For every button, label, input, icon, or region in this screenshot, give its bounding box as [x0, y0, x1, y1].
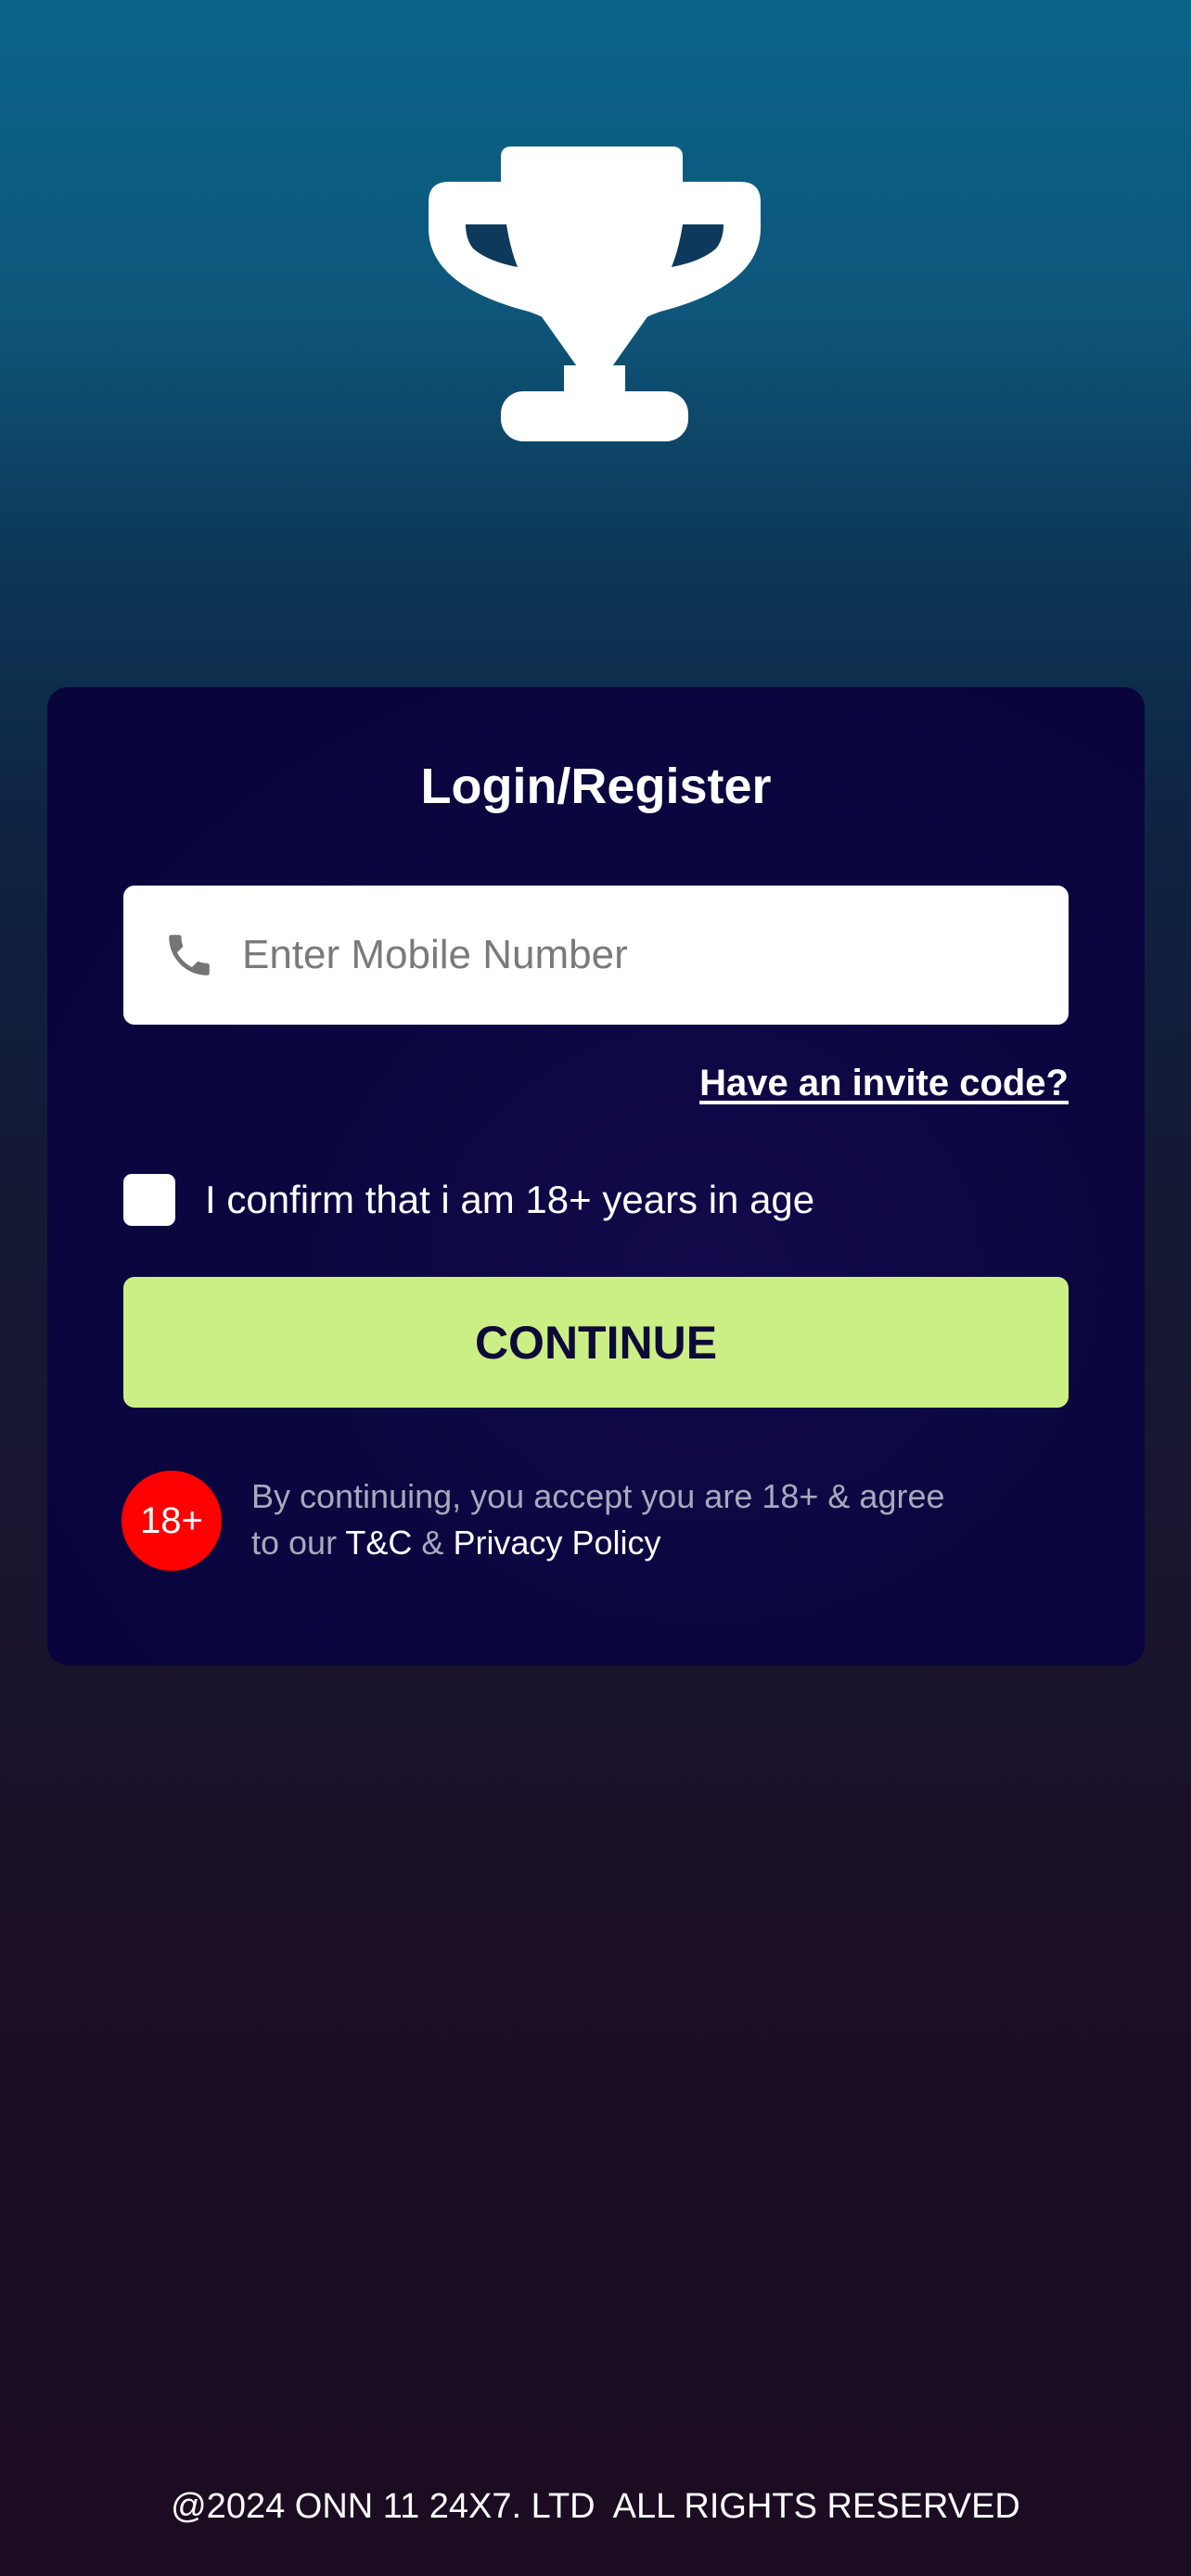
login-card: Login/Register Have an invite code? I co…: [47, 687, 1145, 1665]
age-confirm-checkbox[interactable]: [123, 1174, 175, 1226]
disclaimer-line1: By continuing, you accept you are 18+ & …: [251, 1477, 945, 1515]
age-18-badge: 18+: [122, 1471, 222, 1571]
disclaimer-prefix: to our: [251, 1524, 346, 1562]
trophy-icon: [429, 147, 761, 441]
disclaimer-separator: &: [412, 1524, 454, 1562]
invite-code-link[interactable]: Have an invite code?: [699, 1063, 1069, 1104]
mobile-number-input[interactable]: [240, 908, 1042, 1002]
footer-copyright: @2024 ONN 11 24X7. LTD ALL RIGHTS RESERV…: [171, 2487, 1020, 2526]
terms-link[interactable]: T&C: [345, 1524, 412, 1562]
age-confirm-row: I confirm that i am 18+ years in age: [123, 1174, 814, 1226]
age-confirm-label: I confirm that i am 18+ years in age: [205, 1178, 815, 1221]
phone-field[interactable]: [123, 886, 1069, 1025]
continue-button[interactable]: CONTINUE: [123, 1277, 1069, 1408]
disclaimer-line2: to our T&C & Privacy Policy: [251, 1520, 1049, 1566]
privacy-policy-link[interactable]: Privacy Policy: [453, 1524, 660, 1562]
phone-icon: [160, 926, 218, 984]
disclaimer-text: By continuing, you accept you are 18+ & …: [251, 1473, 1049, 1566]
card-title: Login/Register: [420, 759, 772, 814]
